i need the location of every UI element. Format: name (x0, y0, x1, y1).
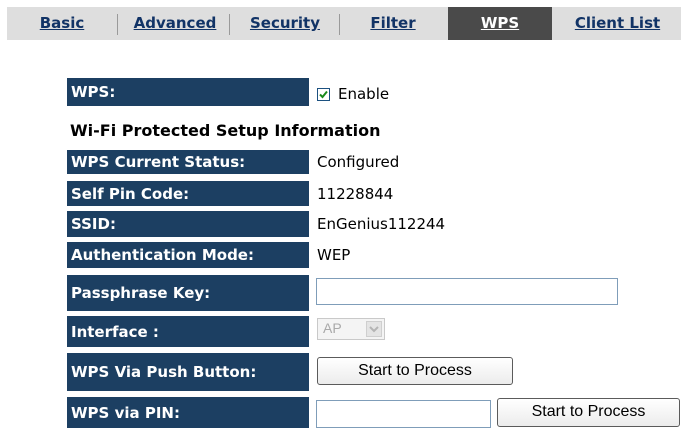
tab-separator (117, 14, 118, 35)
tab-security[interactable]: Security (231, 7, 339, 40)
tab-separator (229, 14, 230, 35)
tab-bar: Basic Advanced Security Filter WPS Clien… (7, 7, 681, 40)
section-title: Wi-Fi Protected Setup Information (70, 121, 381, 140)
tab-client-list[interactable]: Client List (556, 7, 679, 40)
wps-status-label: WPS Current Status: (67, 150, 309, 174)
via-pin-label: WPS via PIN: (67, 397, 309, 428)
ssid-value: EnGenius112244 (317, 215, 446, 233)
wps-status-value: Configured (317, 153, 400, 171)
wps-label: WPS: (67, 78, 309, 106)
passphrase-label: Passphrase Key: (67, 275, 309, 311)
wps-enable-label: Enable (338, 85, 390, 103)
checkmark-icon (319, 90, 328, 98)
via-pin-start-button[interactable]: Start to Process (497, 398, 680, 427)
push-start-button[interactable]: Start to Process (317, 357, 513, 385)
self-pin-value: 11228844 (317, 184, 394, 203)
wps-enable-checkbox[interactable] (317, 87, 330, 101)
push-button-label: WPS Via Push Button: (67, 353, 309, 391)
interface-label: Interface : (67, 316, 309, 347)
self-pin-label: Self Pin Code: (67, 181, 309, 206)
tab-advanced[interactable]: Advanced (119, 7, 231, 40)
interface-selected-value: AP (323, 320, 342, 336)
tab-filter[interactable]: Filter (340, 7, 446, 40)
tab-wps[interactable]: WPS (448, 7, 552, 40)
passphrase-input[interactable] (316, 278, 618, 305)
auth-mode-value: WEP (317, 246, 351, 264)
interface-select[interactable]: AP (317, 318, 385, 340)
via-pin-input[interactable] (316, 400, 491, 428)
chevron-down-icon (366, 321, 382, 337)
tab-basic[interactable]: Basic (31, 7, 93, 40)
auth-mode-label: Authentication Mode: (67, 242, 309, 268)
ssid-label: SSID: (67, 211, 309, 237)
wps-enable-group: Enable (317, 84, 389, 104)
